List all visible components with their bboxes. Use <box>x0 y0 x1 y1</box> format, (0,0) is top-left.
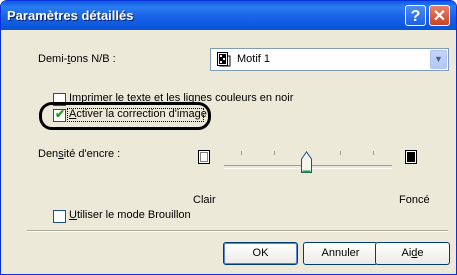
close-button[interactable]: ✕ <box>429 5 450 26</box>
help-title-button[interactable]: ? <box>405 5 426 26</box>
dialog-window: Paramètres détaillés ? ✕ Demi-tons N/B :… <box>0 0 457 275</box>
title-bar[interactable]: Paramètres détaillés ? ✕ <box>1 1 456 30</box>
halftone-label: Demi-tons N/B : <box>38 53 116 65</box>
dark-page-icon <box>405 150 417 164</box>
image-correction-label: Activer la correction d'image <box>69 108 207 120</box>
ok-button[interactable]: OK <box>223 242 298 265</box>
halftone-selected-value: Motif 1 <box>237 53 271 65</box>
slider-tick <box>340 151 341 155</box>
ink-density-label: Densité d'encre : <box>38 148 121 160</box>
slider-tick <box>241 151 242 155</box>
pattern-icon <box>217 52 231 67</box>
draft-mode-checkbox[interactable] <box>53 210 66 223</box>
cancel-button[interactable]: Annuler <box>303 242 378 265</box>
check-icon: ✔ <box>55 107 66 121</box>
ink-density-max-label: Foncé <box>399 194 430 206</box>
ink-density-min-label: Clair <box>193 194 216 206</box>
image-correction-checkbox[interactable]: ✔ <box>53 107 66 122</box>
draft-mode-label: Utiliser le mode Brouillon <box>69 209 191 221</box>
ink-density-slider-thumb[interactable] <box>301 151 312 173</box>
slider-tick <box>274 151 275 155</box>
chevron-down-icon[interactable]: ▼ <box>430 50 447 69</box>
separator <box>27 230 448 232</box>
window-title: Paramètres détaillés <box>7 8 134 23</box>
halftone-select[interactable]: Motif 1 ▼ <box>210 48 449 71</box>
slider-tick <box>373 151 374 155</box>
light-page-icon <box>198 150 210 164</box>
help-button[interactable]: Aide <box>375 242 450 265</box>
